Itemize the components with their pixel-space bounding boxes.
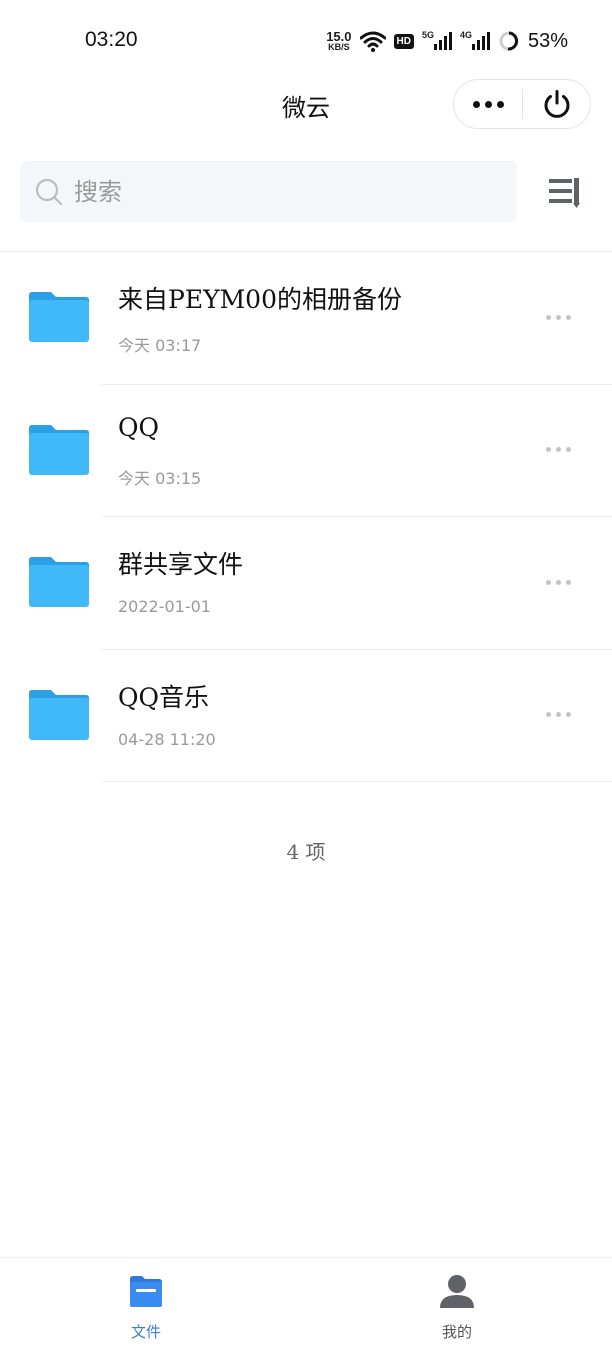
dot-icon — [496, 100, 504, 108]
network-speed: 15.0 KB/S — [326, 30, 351, 52]
file-name: QQ — [118, 412, 159, 442]
status-time: 03:20 — [85, 28, 138, 51]
folder-icon — [29, 424, 89, 475]
bottom-tab-bar: 文件 我的 — [0, 1257, 612, 1353]
file-time: 今天 03:15 — [118, 468, 202, 488]
miniprogram-capsule — [453, 79, 591, 129]
file-more-button[interactable] — [538, 575, 578, 589]
file-row[interactable]: 群共享文件 2022-01-01 — [0, 517, 612, 650]
search-input[interactable] — [74, 177, 474, 206]
signal-4g-icon: 4G — [459, 30, 490, 50]
status-icons: 15.0 KB/S HD 5G 4G 53% — [326, 27, 568, 55]
battery-ring-icon — [499, 31, 519, 51]
folder-icon — [29, 557, 89, 607]
file-row[interactable]: QQ音乐 04-28 11:20 — [0, 650, 612, 782]
signal-4g-label: 4G — [459, 30, 472, 40]
tab-files[interactable]: 文件 — [46, 1258, 246, 1353]
file-name: QQ音乐 — [118, 682, 209, 712]
tab-me[interactable]: 我的 — [357, 1258, 557, 1353]
folder-tab-icon — [130, 1276, 162, 1307]
search-bar[interactable] — [20, 161, 517, 222]
hd-badge: HD — [393, 33, 414, 49]
file-name: 来自PEYM00的相册备份 — [118, 285, 402, 314]
signal-5g-label: 5G — [421, 30, 434, 40]
user-icon — [440, 1275, 474, 1308]
power-icon — [544, 90, 569, 118]
file-list: 来自PEYM00的相册备份 今天 03:17 QQ 今天 03:15 群共享文件… — [0, 252, 612, 782]
dot-icon — [484, 100, 492, 108]
folder-icon — [29, 292, 89, 342]
tab-me-label: 我的 — [441, 1323, 472, 1341]
file-row[interactable]: QQ 今天 03:15 — [0, 385, 612, 517]
file-more-button[interactable] — [538, 443, 578, 457]
close-miniprogram-button[interactable] — [523, 80, 590, 128]
dot-icon — [472, 100, 480, 108]
status-bar: 03:20 15.0 KB/S HD 5G 4G 53% — [0, 0, 612, 80]
folder-icon — [29, 689, 89, 740]
file-row[interactable]: 来自PEYM00的相册备份 今天 03:17 — [0, 252, 612, 385]
row-divider — [102, 781, 612, 782]
network-speed-unit: KB/S — [328, 42, 350, 52]
file-more-button[interactable] — [538, 310, 578, 324]
file-more-button[interactable] — [538, 708, 578, 722]
file-time: 2022-01-01 — [118, 597, 211, 616]
search-icon — [35, 178, 63, 205]
file-time: 今天 03:17 — [118, 336, 202, 355]
signal-5g-icon: 5G — [421, 30, 452, 50]
file-time: 04-28 11:20 — [118, 729, 216, 749]
sort-icon[interactable] — [546, 175, 582, 209]
wifi-icon — [359, 31, 386, 52]
file-name: 群共享文件 — [118, 550, 244, 579]
more-options-button[interactable] — [454, 80, 522, 128]
tab-files-label: 文件 — [130, 1323, 161, 1341]
battery-percent: 53% — [527, 29, 568, 52]
item-count: 4 项 — [286, 840, 326, 864]
